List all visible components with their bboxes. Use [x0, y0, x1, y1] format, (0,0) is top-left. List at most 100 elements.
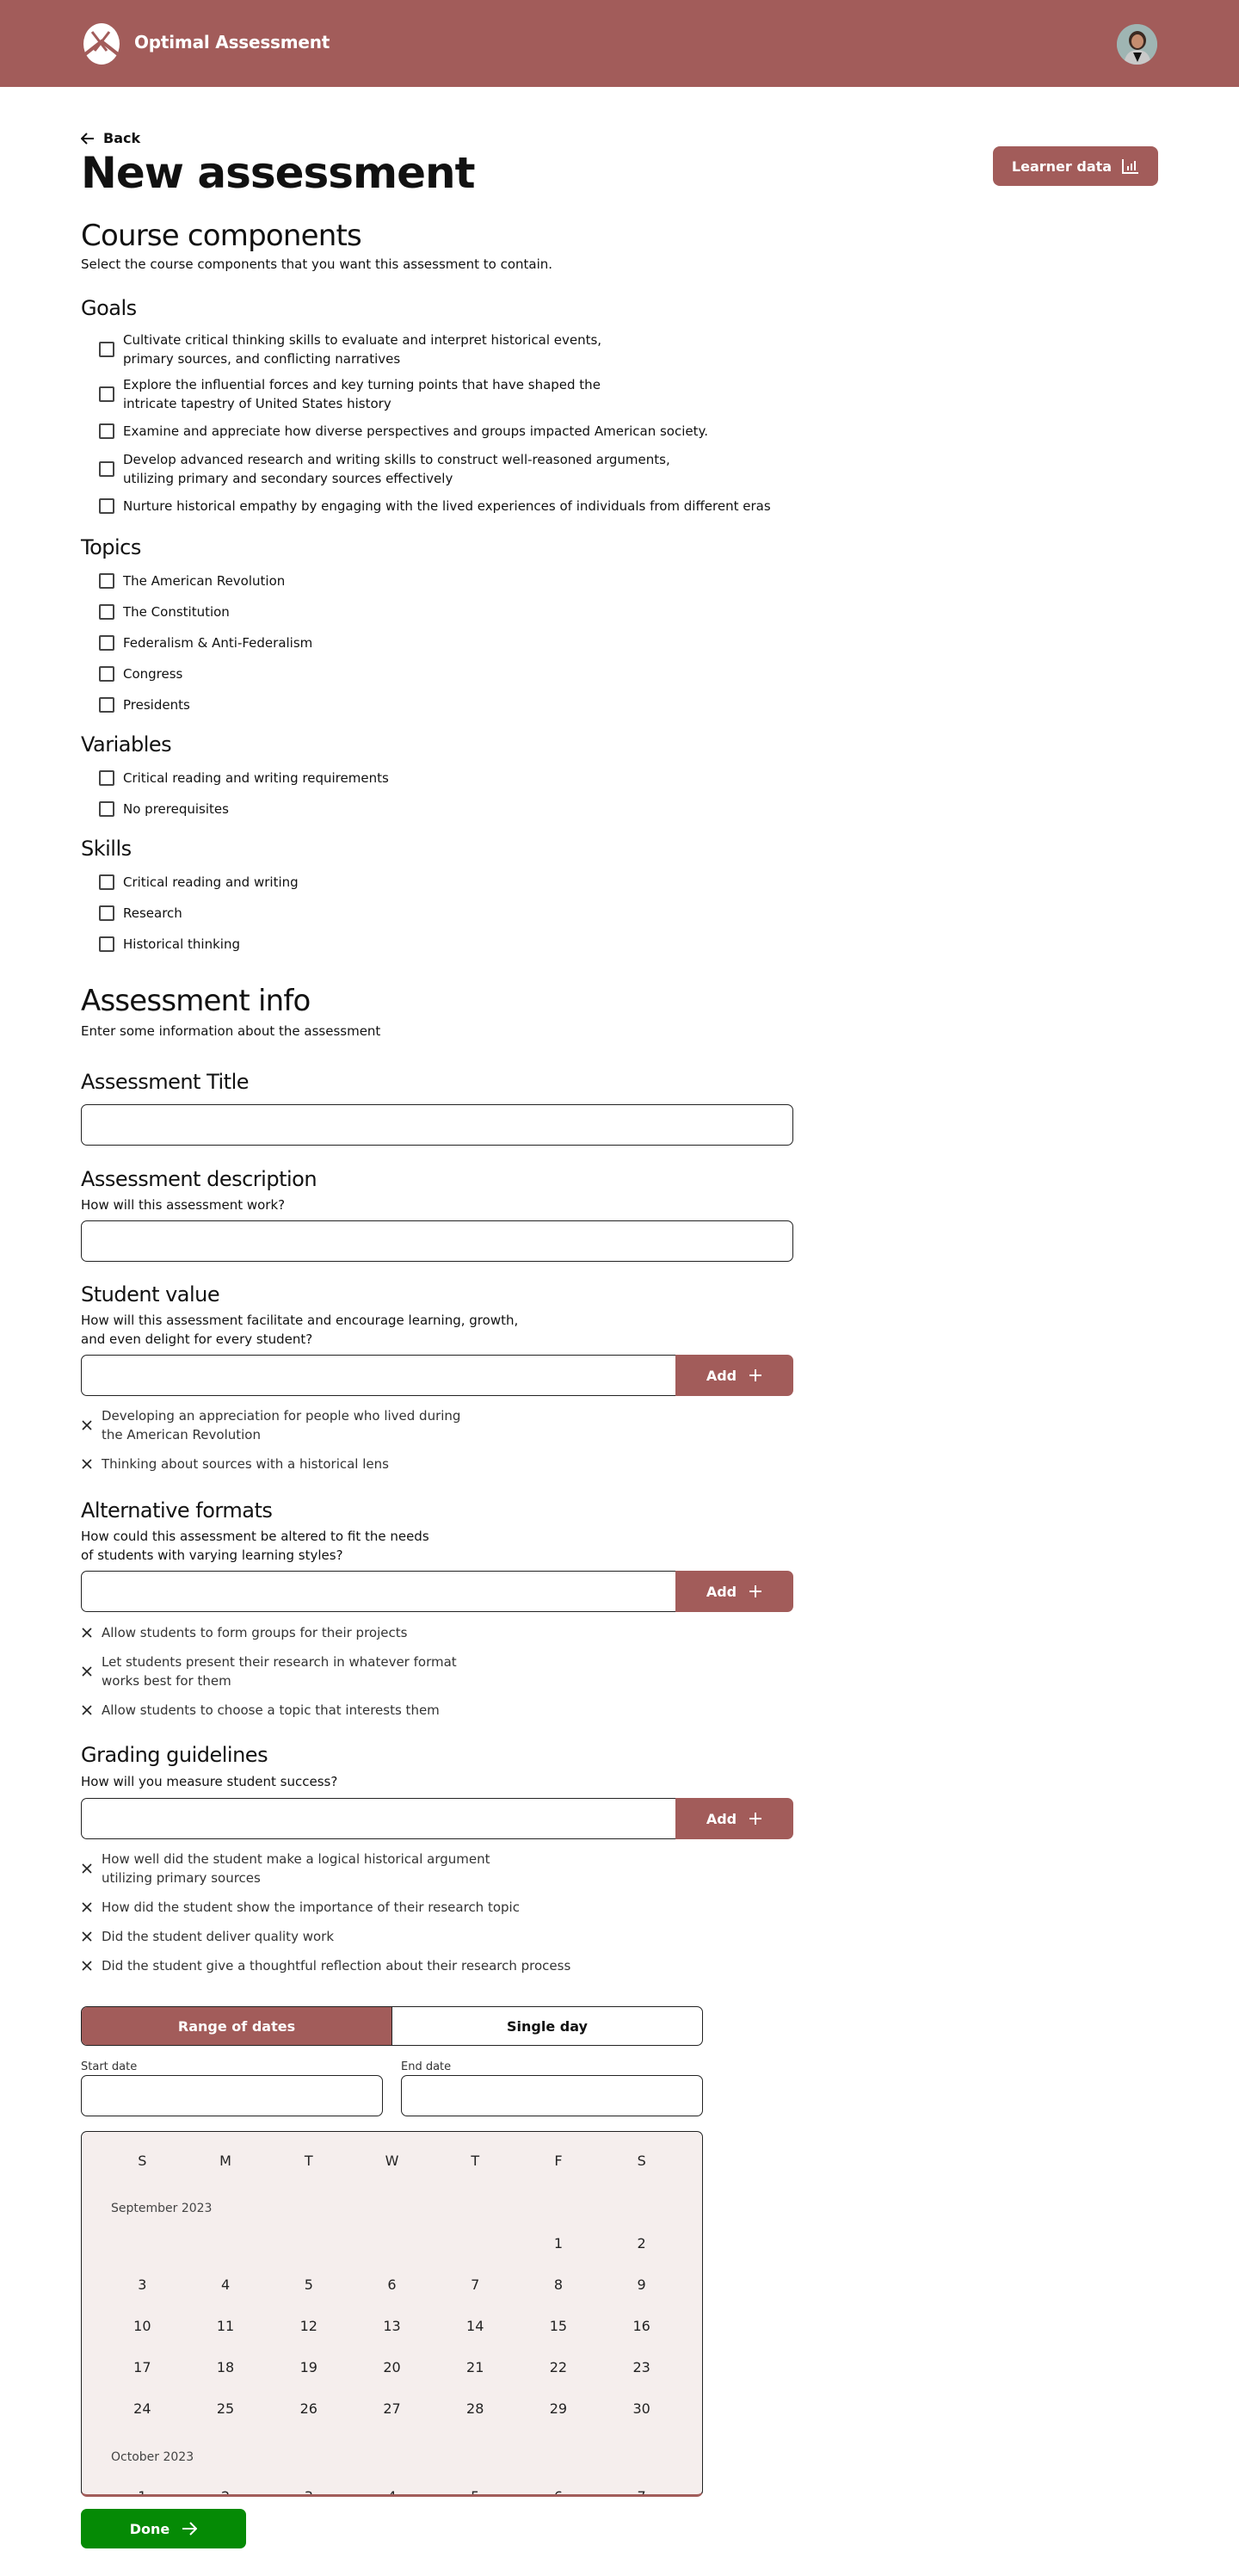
calendar-day[interactable]: 8 [517, 2276, 601, 2293]
user-avatar[interactable] [1117, 24, 1157, 65]
calendar-day[interactable]: 26 [267, 2400, 350, 2417]
assessment-title-input[interactable] [81, 1104, 793, 1146]
checkbox-icon[interactable] [99, 342, 114, 357]
remove-x-icon[interactable] [81, 1704, 93, 1716]
topic-checkbox[interactable]: The American Revolution [99, 571, 312, 590]
assessment-description-help: How will this assessment work? [81, 1197, 286, 1213]
skill-checkbox[interactable]: Historical thinking [99, 935, 299, 954]
calendar-day[interactable]: 1 [101, 2488, 184, 2494]
calendar-day[interactable]: 19 [267, 2359, 350, 2375]
calendar-day[interactable]: 7 [600, 2488, 683, 2494]
calendar-day[interactable]: 4 [350, 2488, 434, 2494]
remove-x-icon[interactable] [81, 1863, 93, 1875]
checkbox-icon[interactable] [99, 801, 114, 817]
alternative-formats-input[interactable] [81, 1571, 675, 1612]
topic-checkbox[interactable]: Federalism & Anti-Federalism [99, 633, 312, 652]
calendar-day[interactable]: 23 [600, 2359, 683, 2375]
remove-x-icon[interactable] [81, 1901, 93, 1913]
topic-checkbox[interactable]: Congress [99, 664, 312, 683]
calendar-day[interactable]: 1 [517, 2235, 601, 2252]
calendar-day[interactable]: 24 [101, 2400, 184, 2417]
single-day-tab[interactable]: Single day [392, 2007, 702, 2045]
remove-x-icon[interactable] [81, 1419, 93, 1431]
calendar-day[interactable]: 20 [350, 2359, 434, 2375]
student-value-input[interactable] [81, 1355, 675, 1396]
range-of-dates-tab[interactable]: Range of dates [82, 2007, 392, 2045]
calendar-day[interactable]: 2 [600, 2235, 683, 2252]
checkbox-icon[interactable] [99, 874, 114, 890]
remove-x-icon[interactable] [81, 1960, 93, 1972]
done-button[interactable]: Done [81, 2509, 246, 2548]
skill-checkbox[interactable]: Critical reading and writing [99, 873, 299, 892]
calendar-day[interactable]: 3 [101, 2276, 184, 2293]
goal-checkbox[interactable]: Develop advanced research and writing sk… [99, 450, 771, 488]
calendar-day[interactable]: 29 [517, 2400, 601, 2417]
calendar-day[interactable]: 27 [350, 2400, 434, 2417]
grading-guideline-entry: Did the student give a thoughtful reflec… [81, 1956, 570, 1975]
calendar-day[interactable]: 18 [184, 2359, 268, 2375]
calendar-day[interactable]: 30 [600, 2400, 683, 2417]
calendar-day[interactable]: 12 [267, 2318, 350, 2334]
checkbox-icon[interactable] [99, 770, 114, 786]
entry-text: Allow students to form groups for their … [102, 1625, 408, 1640]
crossed-quills-logo-icon[interactable] [81, 23, 122, 65]
remove-x-icon[interactable] [81, 1930, 93, 1943]
start-date-input[interactable] [81, 2075, 383, 2116]
assessment-description-input[interactable] [81, 1220, 793, 1262]
goal-checkbox[interactable]: Nurture historical empathy by engaging w… [99, 497, 771, 516]
calendar-day[interactable]: 15 [517, 2318, 601, 2334]
checkbox-icon[interactable] [99, 697, 114, 713]
calendar-day[interactable]: 17 [101, 2359, 184, 2375]
goal-checkbox[interactable]: Explore the influential forces and key t… [99, 375, 771, 413]
remove-x-icon[interactable] [81, 1458, 93, 1470]
checkbox-icon[interactable] [99, 498, 114, 514]
grading-guidelines-input[interactable] [81, 1798, 675, 1839]
calendar-day[interactable]: 6 [517, 2488, 601, 2494]
calendar-day[interactable]: 5 [434, 2488, 517, 2494]
variable-checkbox[interactable]: No prerequisites [99, 800, 389, 819]
entry-text: Developing an appreciation for people wh… [102, 1406, 460, 1444]
skill-checkbox[interactable]: Research [99, 904, 299, 923]
alternative-formats-add-button[interactable]: Add [675, 1571, 793, 1612]
calendar-day[interactable]: 4 [184, 2276, 268, 2293]
calendar-day[interactable]: 2 [184, 2488, 268, 2494]
remove-x-icon[interactable] [81, 1627, 93, 1639]
plus-icon [749, 1585, 762, 1597]
checkbox-icon[interactable] [99, 386, 114, 402]
calendar-day[interactable]: 25 [184, 2400, 268, 2417]
checkbox-icon[interactable] [99, 573, 114, 589]
calendar-day[interactable]: 5 [267, 2276, 350, 2293]
grading-guidelines-add-button[interactable]: Add [675, 1798, 793, 1839]
checkbox-icon[interactable] [99, 423, 114, 439]
learner-data-button[interactable]: Learner data [993, 146, 1158, 186]
remove-x-icon[interactable] [81, 1665, 93, 1677]
variable-checkbox[interactable]: Critical reading and writing requirement… [99, 769, 389, 788]
topic-checkbox[interactable]: The Constitution [99, 602, 312, 621]
calendar-day[interactable]: 14 [434, 2318, 517, 2334]
calendar-day[interactable]: 11 [184, 2318, 268, 2334]
checkbox-icon[interactable] [99, 666, 114, 682]
calendar-day[interactable]: 3 [267, 2488, 350, 2494]
calendar-day[interactable]: 16 [600, 2318, 683, 2334]
end-date-input[interactable] [401, 2075, 703, 2116]
checkbox-icon[interactable] [99, 936, 114, 952]
calendar-day[interactable]: 9 [600, 2276, 683, 2293]
checkbox-icon[interactable] [99, 905, 114, 921]
arrow-right-icon [182, 2522, 198, 2536]
calendar-day[interactable]: 6 [350, 2276, 434, 2293]
back-label: Back [103, 130, 141, 146]
topic-checkbox[interactable]: Presidents [99, 695, 312, 714]
calendar-day[interactable]: 10 [101, 2318, 184, 2334]
calendar-day[interactable]: 13 [350, 2318, 434, 2334]
checkbox-icon[interactable] [99, 604, 114, 620]
calendar-day[interactable]: 28 [434, 2400, 517, 2417]
back-link[interactable]: Back [81, 130, 140, 146]
calendar-day[interactable]: 7 [434, 2276, 517, 2293]
checkbox-icon[interactable] [99, 461, 114, 477]
goal-checkbox[interactable]: Cultivate critical thinking skills to ev… [99, 330, 771, 368]
goal-checkbox[interactable]: Examine and appreciate how diverse persp… [99, 422, 771, 441]
checkbox-icon[interactable] [99, 635, 114, 651]
calendar-day[interactable]: 22 [517, 2359, 601, 2375]
student-value-add-button[interactable]: Add [675, 1355, 793, 1396]
calendar-day[interactable]: 21 [434, 2359, 517, 2375]
